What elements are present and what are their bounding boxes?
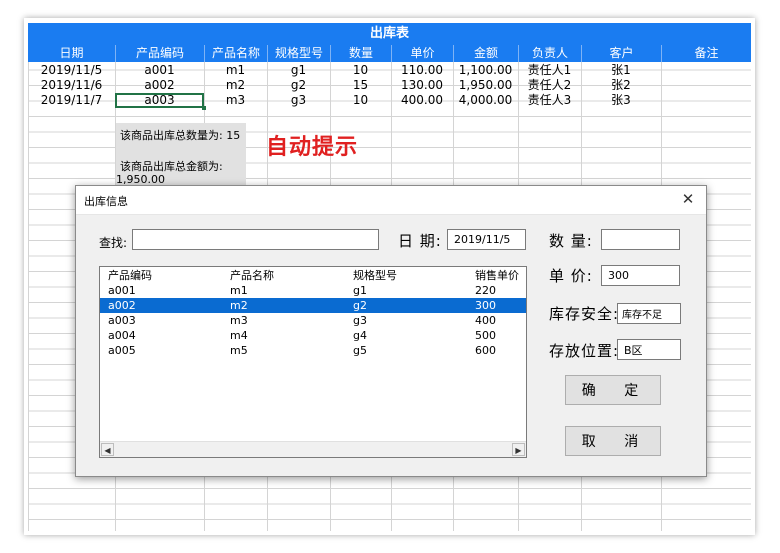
list-header-name: 产品名称 bbox=[230, 269, 274, 282]
cell-code[interactable]: a002 bbox=[115, 78, 204, 93]
cell-name[interactable]: m1 bbox=[204, 63, 267, 78]
cell-price[interactable]: 110.00 bbox=[391, 63, 453, 78]
search-label: 查找: bbox=[99, 236, 128, 250]
list-cell-spec: g2 bbox=[353, 299, 367, 312]
list-cell-spec: g4 bbox=[353, 329, 367, 342]
list-item[interactable]: a001 m1 g1 220 bbox=[100, 283, 526, 298]
cell-code[interactable]: a001 bbox=[115, 63, 204, 78]
close-icon[interactable]: ✕ bbox=[678, 189, 698, 209]
header-cell-name[interactable]: 产品名称 bbox=[204, 45, 267, 62]
chevron-left-icon[interactable]: ◀ bbox=[101, 443, 114, 456]
header-cell-date[interactable]: 日期 bbox=[28, 45, 115, 62]
list-cell-price: 300 bbox=[475, 299, 496, 312]
header-cell-amount[interactable]: 金额 bbox=[453, 45, 518, 62]
list-item[interactable]: a005 m5 g5 600 bbox=[100, 343, 526, 358]
cell-customer[interactable]: 张2 bbox=[581, 78, 661, 93]
cell-qty[interactable]: 15 bbox=[330, 78, 391, 93]
header-cell-code[interactable]: 产品编码 bbox=[115, 45, 204, 62]
list-header-price: 销售单价 bbox=[475, 269, 519, 282]
header-cell-note[interactable]: 备注 bbox=[661, 45, 751, 62]
cell-price[interactable]: 130.00 bbox=[391, 78, 453, 93]
cell-amount[interactable]: 1,950.00 bbox=[453, 78, 518, 93]
cancel-button[interactable]: 取 消 bbox=[565, 426, 661, 456]
stock-safety-input[interactable]: 库存不足 bbox=[617, 303, 681, 324]
dialog-titlebar: 出库信息 ✕ bbox=[76, 186, 706, 215]
location-input[interactable]: B区 bbox=[617, 339, 681, 360]
chevron-right-icon[interactable]: ▶ bbox=[512, 443, 525, 456]
header-cell-owner[interactable]: 负责人 bbox=[518, 45, 581, 62]
cell-name[interactable]: m2 bbox=[204, 78, 267, 93]
stock-safety-label: 库存安全: bbox=[549, 305, 620, 323]
cell-customer[interactable]: 张3 bbox=[581, 93, 661, 108]
cell-qty[interactable]: 10 bbox=[330, 63, 391, 78]
list-header-spec: 规格型号 bbox=[353, 269, 397, 282]
cell-owner[interactable]: 责任人1 bbox=[518, 63, 581, 78]
cell-date[interactable]: 2019/11/7 bbox=[28, 93, 115, 108]
list-cell-code: a005 bbox=[108, 344, 136, 357]
header-cell-customer[interactable]: 客户 bbox=[581, 45, 661, 62]
price-input[interactable]: 300 bbox=[601, 265, 680, 286]
product-listbox[interactable]: 产品编码 产品名称 规格型号 销售单价 a001 m1 g1 220 a002 … bbox=[99, 266, 527, 458]
list-cell-price: 600 bbox=[475, 344, 496, 357]
list-cell-code: a001 bbox=[108, 284, 136, 297]
date-label: 日 期: bbox=[398, 232, 442, 250]
list-cell-code: a003 bbox=[108, 314, 136, 327]
list-cell-code: a002 bbox=[108, 299, 136, 312]
horizontal-scrollbar[interactable]: ◀ ▶ bbox=[100, 441, 526, 457]
cell-amount[interactable]: 4,000.00 bbox=[453, 93, 518, 108]
list-cell-name: m5 bbox=[230, 344, 248, 357]
cell-qty[interactable]: 10 bbox=[330, 93, 391, 108]
header-cell-qty[interactable]: 数量 bbox=[330, 45, 391, 62]
list-item[interactable]: a004 m4 g4 500 bbox=[100, 328, 526, 343]
sheet-title: 出库表 bbox=[28, 23, 751, 45]
search-input[interactable] bbox=[132, 229, 379, 250]
header-cell-price[interactable]: 单价 bbox=[391, 45, 453, 62]
list-cell-price: 220 bbox=[475, 284, 496, 297]
summary-qty: 该商品出库总数量为: 15 bbox=[120, 129, 241, 142]
list-cell-price: 500 bbox=[475, 329, 496, 342]
outbound-dialog: 出库信息 ✕ 查找: 日 期: 2019/11/5 数 量: 单 价: 300 … bbox=[75, 185, 707, 477]
cell-amount[interactable]: 1,100.00 bbox=[453, 63, 518, 78]
auto-hint-label: 自动提示 bbox=[266, 135, 359, 160]
list-item[interactable]: a003 m3 g3 400 bbox=[100, 313, 526, 328]
list-cell-spec: g5 bbox=[353, 344, 367, 357]
sheet-header-row: 日期 产品编码 产品名称 规格型号 数量 单价 金额 负责人 客户 备注 bbox=[28, 45, 751, 62]
fill-handle[interactable] bbox=[202, 106, 206, 110]
date-input[interactable]: 2019/11/5 bbox=[447, 229, 526, 250]
list-item-selected[interactable]: a002 m2 g2 300 bbox=[100, 298, 526, 313]
list-cell-name: m1 bbox=[230, 284, 248, 297]
cell-date[interactable]: 2019/11/6 bbox=[28, 78, 115, 93]
cell-code-selected[interactable]: a003 bbox=[115, 93, 204, 108]
header-cell-spec[interactable]: 规格型号 bbox=[267, 45, 330, 62]
summary-amount-label: 该商品出库总金额为: bbox=[120, 160, 223, 173]
price-label: 单 价: bbox=[549, 267, 593, 285]
list-cell-name: m2 bbox=[230, 299, 248, 312]
cell-price[interactable]: 400.00 bbox=[391, 93, 453, 108]
list-cell-code: a004 bbox=[108, 329, 136, 342]
cell-spec[interactable]: g2 bbox=[267, 78, 330, 93]
qty-label: 数 量: bbox=[549, 232, 593, 250]
list-cell-name: m3 bbox=[230, 314, 248, 327]
cell-date[interactable]: 2019/11/5 bbox=[28, 63, 115, 78]
cell-spec[interactable]: g1 bbox=[267, 63, 330, 78]
list-cell-price: 400 bbox=[475, 314, 496, 327]
confirm-button[interactable]: 确 定 bbox=[565, 375, 661, 405]
list-cell-spec: g1 bbox=[353, 284, 367, 297]
list-header-row: 产品编码 产品名称 规格型号 销售单价 bbox=[100, 268, 526, 283]
cell-owner[interactable]: 责任人2 bbox=[518, 78, 581, 93]
location-label: 存放位置: bbox=[549, 342, 620, 360]
cell-spec[interactable]: g3 bbox=[267, 93, 330, 108]
dialog-title: 出库信息 bbox=[84, 195, 128, 208]
list-cell-name: m4 bbox=[230, 329, 248, 342]
cell-name[interactable]: m3 bbox=[204, 93, 267, 108]
cell-customer[interactable]: 张1 bbox=[581, 63, 661, 78]
list-cell-spec: g3 bbox=[353, 314, 367, 327]
list-header-code: 产品编码 bbox=[108, 269, 152, 282]
cell-owner[interactable]: 责任人3 bbox=[518, 93, 581, 108]
qty-input[interactable] bbox=[601, 229, 680, 250]
